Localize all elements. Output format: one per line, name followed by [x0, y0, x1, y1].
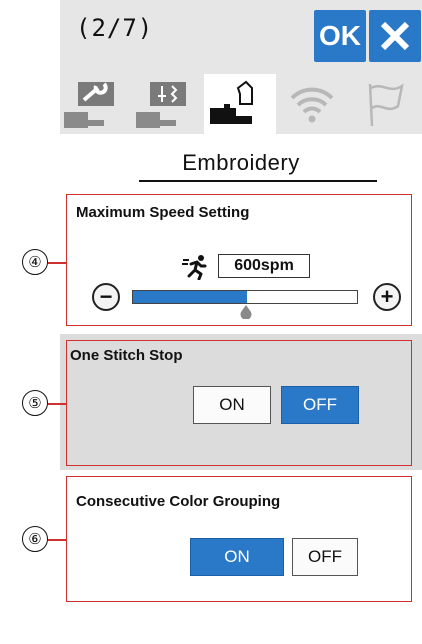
- speed-slider[interactable]: [132, 290, 358, 304]
- close-button[interactable]: [369, 10, 421, 62]
- speed-value-display: 600spm: [218, 254, 310, 278]
- running-figure-icon: [181, 254, 209, 281]
- callout-6-line: [48, 539, 66, 541]
- speed-slider-fill: [133, 291, 248, 303]
- tab-general-settings[interactable]: [60, 74, 132, 134]
- default-speed-marker: [240, 305, 252, 320]
- page-title: Embroidery: [182, 150, 300, 175]
- color-grouping-on-button[interactable]: ON: [190, 538, 284, 576]
- speed-increase-button[interactable]: +: [373, 283, 401, 311]
- callout-4-line: [48, 262, 66, 264]
- wifi-icon: [290, 87, 334, 123]
- callout-5: ⑤: [22, 390, 48, 416]
- wrench-machine-icon: [64, 82, 114, 128]
- one-stitch-off-button[interactable]: OFF: [281, 386, 359, 424]
- title-underline: [139, 180, 377, 182]
- color-grouping-off-button[interactable]: OFF: [292, 538, 358, 576]
- settings-tabs: [60, 74, 422, 134]
- stitch-machine-icon: [136, 82, 186, 128]
- embroidery-machine-icon: [210, 80, 253, 124]
- callout-5-line: [48, 403, 66, 405]
- tab-language-settings[interactable]: [348, 74, 420, 134]
- tab-embroidery-settings[interactable]: [204, 74, 276, 134]
- ok-button[interactable]: OK: [314, 10, 366, 62]
- color-grouping-section-label: Consecutive Color Grouping: [76, 493, 281, 510]
- close-icon: [380, 21, 410, 51]
- flag-icon: [368, 83, 404, 127]
- tab-wireless-settings[interactable]: [276, 74, 348, 134]
- callout-6: ⑥: [22, 526, 48, 552]
- tab-sewing-settings[interactable]: [132, 74, 204, 134]
- one-stitch-section-label: One Stitch Stop: [70, 347, 183, 364]
- speed-section-label: Maximum Speed Setting: [76, 204, 250, 221]
- page-indicator: (2/7): [76, 14, 154, 42]
- one-stitch-on-button[interactable]: ON: [193, 386, 271, 424]
- callout-4: ④: [22, 249, 48, 275]
- speed-decrease-button[interactable]: −: [92, 283, 120, 311]
